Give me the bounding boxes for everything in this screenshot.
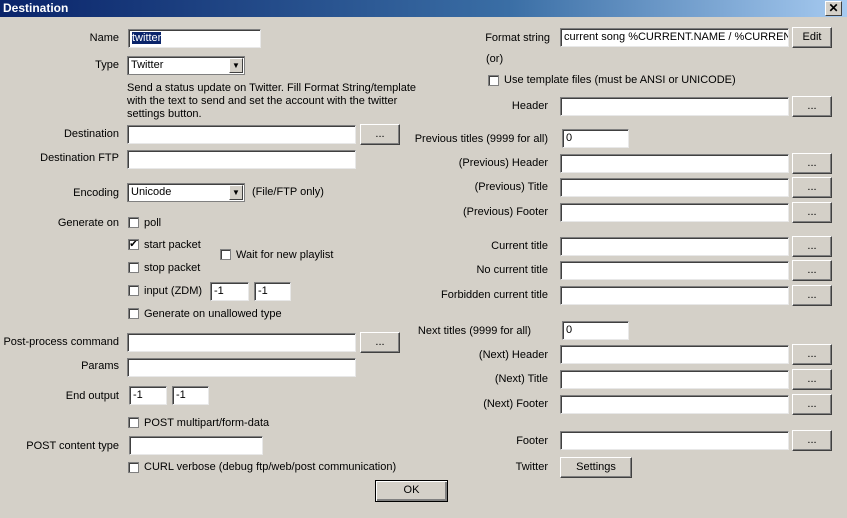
name-label: Name xyxy=(89,32,119,44)
encoding-label: Encoding xyxy=(73,187,119,199)
next-footer-browse-button[interactable]: ... xyxy=(792,394,832,415)
ok-button[interactable]: OK xyxy=(375,480,448,502)
next-title-label: (Next) Title xyxy=(494,373,548,385)
input-zdm-checkbox[interactable] xyxy=(128,285,139,296)
twitter-settings-button[interactable]: Settings xyxy=(560,457,632,478)
previous-footer-input[interactable] xyxy=(560,203,789,222)
generate-on-label: Generate on xyxy=(57,217,119,229)
destination-input[interactable] xyxy=(127,125,356,144)
dialog-body: Name twitter Type Twitter ▼ Send a statu… xyxy=(0,17,847,518)
previous-titles-input[interactable]: 0 xyxy=(562,129,629,148)
post-multipart-checkbox[interactable] xyxy=(128,417,139,428)
encoding-value: Unicode xyxy=(131,186,172,198)
no-current-title-input[interactable] xyxy=(560,261,789,280)
header-label: Header xyxy=(511,100,548,112)
checkmark-icon: ✔ xyxy=(129,239,138,250)
encoding-select[interactable]: Unicode ▼ xyxy=(127,183,245,202)
type-description: Send a status update on Twitter. Fill Fo… xyxy=(127,82,416,120)
use-template-checkbox[interactable] xyxy=(488,75,499,86)
format-or-label: (or) xyxy=(486,53,504,65)
previous-header-label: (Previous) Header xyxy=(458,157,548,169)
poll-label: poll xyxy=(144,217,162,229)
destination-label: Destination xyxy=(63,128,119,140)
input-zdm-field-a[interactable]: -1 xyxy=(210,282,249,301)
previous-titles-label: Previous titles (9999 for all) xyxy=(414,133,548,145)
post-content-label: POST content type xyxy=(26,440,119,452)
next-footer-label: (Next) Footer xyxy=(483,398,548,410)
post-multipart-label: POST multipart/form-data xyxy=(144,417,270,429)
postprocess-label: Post-process command xyxy=(3,336,119,348)
stop-packet-checkbox[interactable] xyxy=(128,262,139,273)
post-content-input[interactable] xyxy=(129,436,263,455)
previous-title-browse-button[interactable]: ... xyxy=(792,177,832,198)
title-bar[interactable]: Destination ✕ xyxy=(0,0,847,17)
forbidden-title-input[interactable] xyxy=(560,286,789,305)
next-header-browse-button[interactable]: ... xyxy=(792,344,832,365)
wait-playlist-label: Wait for new playlist xyxy=(236,249,334,261)
previous-footer-browse-button[interactable]: ... xyxy=(792,202,832,223)
params-input[interactable] xyxy=(127,358,356,377)
start-packet-label: start packet xyxy=(144,239,201,251)
format-string-label: Format string xyxy=(485,32,550,44)
format-string-input[interactable]: current song %CURRENT.NAME / %CURRENT xyxy=(560,28,789,47)
next-titles-label: Next titles (9999 for all) xyxy=(417,325,531,337)
type-select[interactable]: Twitter ▼ xyxy=(127,56,245,75)
header-browse-button[interactable]: ... xyxy=(792,96,832,117)
destination-ftp-input[interactable] xyxy=(127,150,356,169)
current-title-browse-button[interactable]: ... xyxy=(792,236,832,257)
params-label: Params xyxy=(81,360,119,372)
end-output-field-b[interactable]: -1 xyxy=(172,386,209,405)
next-titles-input[interactable]: 0 xyxy=(562,321,629,340)
previous-title-label: (Previous) Title xyxy=(474,181,548,193)
twitter-label: Twitter xyxy=(515,461,548,473)
postprocess-input[interactable] xyxy=(127,333,356,352)
start-packet-checkbox[interactable]: ✔ xyxy=(128,239,139,250)
destination-ftp-label: Destination FTP xyxy=(40,152,119,164)
forbidden-title-label: Forbidden current title xyxy=(441,289,548,301)
forbidden-title-browse-button[interactable]: ... xyxy=(792,285,832,306)
wait-playlist-checkbox[interactable] xyxy=(220,249,231,260)
close-button[interactable]: ✕ xyxy=(825,1,842,16)
next-header-input[interactable] xyxy=(560,345,789,364)
input-zdm-label: input (ZDM) xyxy=(144,285,203,297)
header-input[interactable] xyxy=(560,97,789,116)
curl-verbose-label: CURL verbose (debug ftp/web/post communi… xyxy=(144,461,397,473)
previous-header-input[interactable] xyxy=(560,154,789,173)
postprocess-browse-button[interactable]: ... xyxy=(360,332,400,353)
previous-title-input[interactable] xyxy=(560,178,789,197)
end-output-label: End output xyxy=(65,390,119,402)
end-output-field-a[interactable]: -1 xyxy=(129,386,167,405)
type-label: Type xyxy=(95,59,119,71)
encoding-note: (File/FTP only) xyxy=(252,186,324,198)
footer-browse-button[interactable]: ... xyxy=(792,430,832,451)
next-title-input[interactable] xyxy=(560,370,789,389)
use-template-label: Use template files (must be ANSI or UNIC… xyxy=(504,74,736,86)
destination-browse-button[interactable]: ... xyxy=(360,124,400,145)
poll-checkbox[interactable] xyxy=(128,217,139,228)
footer-input[interactable] xyxy=(560,431,789,450)
name-value: twitter xyxy=(132,32,162,44)
stop-packet-label: stop packet xyxy=(144,262,201,274)
next-footer-input[interactable] xyxy=(560,395,789,414)
window-title: Destination xyxy=(3,1,69,15)
next-title-browse-button[interactable]: ... xyxy=(792,369,832,390)
footer-label: Footer xyxy=(516,435,548,447)
next-header-label: (Next) Header xyxy=(478,349,548,361)
previous-header-browse-button[interactable]: ... xyxy=(792,153,832,174)
curl-verbose-checkbox[interactable] xyxy=(128,462,139,473)
dropdown-arrow-icon[interactable]: ▼ xyxy=(229,185,243,200)
no-current-title-label: No current title xyxy=(476,264,548,276)
name-input[interactable]: twitter xyxy=(128,29,261,48)
no-current-title-browse-button[interactable]: ... xyxy=(792,260,832,281)
current-title-input[interactable] xyxy=(560,237,789,256)
edit-button[interactable]: Edit xyxy=(792,27,832,48)
unallowed-label: Generate on unallowed type xyxy=(144,308,282,320)
previous-footer-label: (Previous) Footer xyxy=(463,206,548,218)
current-title-label: Current title xyxy=(491,240,548,252)
dropdown-arrow-icon[interactable]: ▼ xyxy=(229,58,243,73)
input-zdm-field-b[interactable]: -1 xyxy=(254,282,291,301)
type-value: Twitter xyxy=(131,59,164,71)
unallowed-checkbox[interactable] xyxy=(128,308,139,319)
